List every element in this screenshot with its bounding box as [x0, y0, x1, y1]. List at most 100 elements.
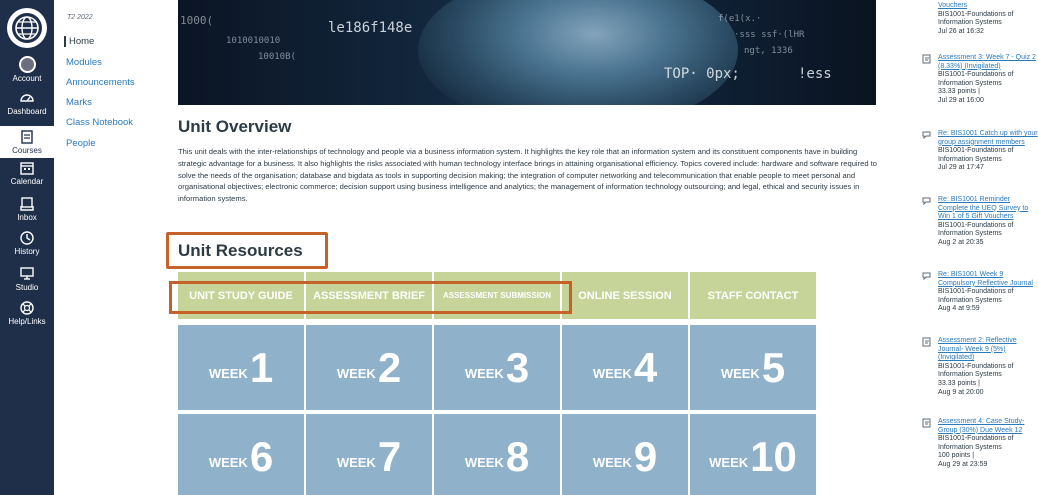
activity-link[interactable]: Assessment 4: Case Study- Group (30%) Du…: [938, 418, 1038, 435]
main-content: 1000( le186f148e 1010010010 10010B( TOP·…: [166, 0, 896, 495]
institution-logo[interactable]: [7, 8, 47, 48]
nav-inbox[interactable]: Inbox: [0, 196, 54, 228]
course-banner-image: 1000( le186f148e 1010010010 10010B( TOP·…: [178, 0, 876, 105]
week-3-tile[interactable]: WEEK 3: [434, 325, 560, 410]
activity-link[interactable]: Assessment 3: Week 7 - Quiz 2 (8.33%) (I…: [938, 54, 1038, 71]
discussion-icon: [922, 272, 931, 281]
activity-course: BIS1001-Foundations of Information Syste…: [938, 435, 1014, 451]
week-number: 8: [505, 432, 530, 480]
activity-date: Aug 4 at 9:59: [938, 305, 980, 313]
global-navigation: Account Dashboard Courses Calendar Inbox…: [0, 0, 54, 495]
banner-code-text: 1010010010: [226, 36, 281, 46]
term-label: T2 2022: [67, 14, 93, 21]
nav-history-label: History: [14, 247, 40, 256]
activity-item: Re: BIS1001 Catch up with your group ass…: [922, 130, 1038, 173]
activity-link[interactable]: Assessment 2: Reflective Journal- Week 9…: [938, 337, 1038, 363]
activity-course: BIS1001-Foundations of Information Syste…: [938, 221, 1014, 238]
nav-dashboard[interactable]: Dashboard: [0, 90, 54, 122]
unit-overview-text: This unit deals with the inter-relations…: [178, 147, 878, 204]
activity-link[interactable]: Re: BIS1001 Catch up with your group ass…: [938, 130, 1038, 147]
week-word: WEEK: [208, 455, 248, 470]
activity-points: 100 points |: [938, 452, 975, 460]
week-word: WEEK: [720, 366, 760, 381]
globe-logo-icon: [12, 13, 42, 43]
activity-item: Assessment 3: Week 7 - Quiz 2 (8.33%) (I…: [922, 54, 1038, 106]
nav-courses-label: Courses: [12, 146, 42, 155]
nav-studio-label: Studio: [15, 283, 39, 292]
banner-code-text: ·sss ssf·(lHR: [734, 30, 805, 40]
nav-history[interactable]: History: [0, 230, 54, 262]
nav-calendar-label: Calendar: [10, 177, 44, 186]
activity-course: BIS1001-Foundations of Information Syste…: [938, 288, 1014, 304]
activity-date: Jul 26 at 16:32: [938, 27, 984, 35]
nav-help[interactable]: Help/Links: [0, 300, 54, 332]
activity-link[interactable]: Re: BIS1001 Week 9 Compulsory Reflective…: [938, 271, 1038, 288]
week-number: 9: [633, 432, 658, 480]
activity-item: Assessment 2: Reflective Journal- Week 9…: [922, 337, 1038, 397]
activity-points: 33.33 points |: [938, 88, 980, 96]
activity-date: Jul 29 at 16:00: [938, 96, 984, 104]
courses-icon: [21, 130, 33, 144]
week-10-tile[interactable]: WEEK 10: [690, 414, 816, 495]
banner-code-text: f(e1(x.·: [718, 14, 762, 24]
course-nav-home[interactable]: Home: [64, 36, 94, 47]
course-nav-class-notebook[interactable]: Class Notebook: [66, 117, 133, 128]
nav-courses[interactable]: Courses: [0, 126, 54, 158]
nav-inbox-label: Inbox: [17, 213, 37, 222]
week-word: WEEK: [208, 366, 248, 381]
calendar-icon: [20, 162, 34, 175]
week-2-tile[interactable]: WEEK 2: [306, 325, 432, 410]
week-word: WEEK: [464, 366, 504, 381]
studio-icon: [20, 267, 34, 280]
week-4-tile[interactable]: WEEK 4: [562, 325, 688, 410]
course-nav-announcements[interactable]: Announcements: [66, 77, 135, 88]
banner-code-text: !ess: [798, 66, 832, 82]
week-6-tile[interactable]: WEEK 6: [178, 414, 304, 495]
online-session-button[interactable]: ONLINE SESSION: [562, 272, 688, 319]
nav-account-label: Account: [12, 74, 42, 83]
assignment-icon: [922, 337, 931, 347]
resource-tabs-highlight-frame: [169, 281, 572, 314]
nav-account[interactable]: Account: [0, 56, 54, 88]
activity-item: Vouchers BIS1001-Foundations of Informat…: [922, 2, 1038, 36]
banner-code-text: le186f148e: [328, 20, 413, 36]
banner-code-text: TOP· 0px;: [664, 66, 740, 82]
week-number: 5: [761, 343, 786, 391]
activity-date: Jul 29 at 17:47: [938, 164, 984, 172]
activity-item: Assessment 4: Case Study- Group (30%) Du…: [922, 418, 1038, 470]
discussion-icon: [922, 131, 931, 140]
assignment-icon: [922, 54, 931, 64]
activity-points: 33.33 points |: [938, 379, 980, 387]
activity-date: Aug 2 at 20:35: [938, 238, 984, 246]
week-1-tile[interactable]: WEEK 1: [178, 325, 304, 410]
activity-item: Re: BIS1001 Week 9 Compulsory Reflective…: [922, 271, 1038, 314]
nav-studio[interactable]: Studio: [0, 266, 54, 298]
week-8-tile[interactable]: WEEK 8: [434, 414, 560, 495]
week-number: 7: [377, 432, 402, 480]
unit-overview-heading: Unit Overview: [178, 117, 292, 136]
discussion-icon: [922, 197, 931, 206]
course-nav-people[interactable]: People: [66, 138, 96, 149]
course-nav-marks[interactable]: Marks: [66, 97, 92, 108]
activity-course: BIS1001-Foundations of Information Syste…: [938, 147, 1014, 163]
canvas-app: Account Dashboard Courses Calendar Inbox…: [0, 0, 1038, 495]
week-word: WEEK: [336, 455, 376, 470]
week-number: 2: [377, 343, 402, 391]
activity-link[interactable]: Re: BIS1001 Reminder Complete the UEQ Su…: [938, 196, 1038, 222]
activity-date: Aug 9 at 20:00: [938, 388, 984, 396]
week-word: WEEK: [464, 455, 504, 470]
week-number: 6: [249, 432, 274, 480]
course-nav-modules[interactable]: Modules: [66, 57, 102, 68]
week-5-tile[interactable]: WEEK 5: [690, 325, 816, 410]
help-icon: [20, 301, 34, 315]
nav-calendar[interactable]: Calendar: [0, 160, 54, 192]
activity-link[interactable]: Vouchers: [938, 2, 1038, 11]
week-7-tile[interactable]: WEEK 7: [306, 414, 432, 495]
staff-contact-button[interactable]: STAFF CONTACT: [690, 272, 816, 319]
banner-earth: [418, 0, 738, 105]
banner-code-text: 10010B(: [258, 52, 296, 62]
dashboard-icon: [20, 94, 34, 102]
avatar: [18, 56, 36, 73]
course-navigation: T2 2022 Home Modules Announcements Marks…: [54, 0, 166, 495]
week-9-tile[interactable]: WEEK 9: [562, 414, 688, 495]
